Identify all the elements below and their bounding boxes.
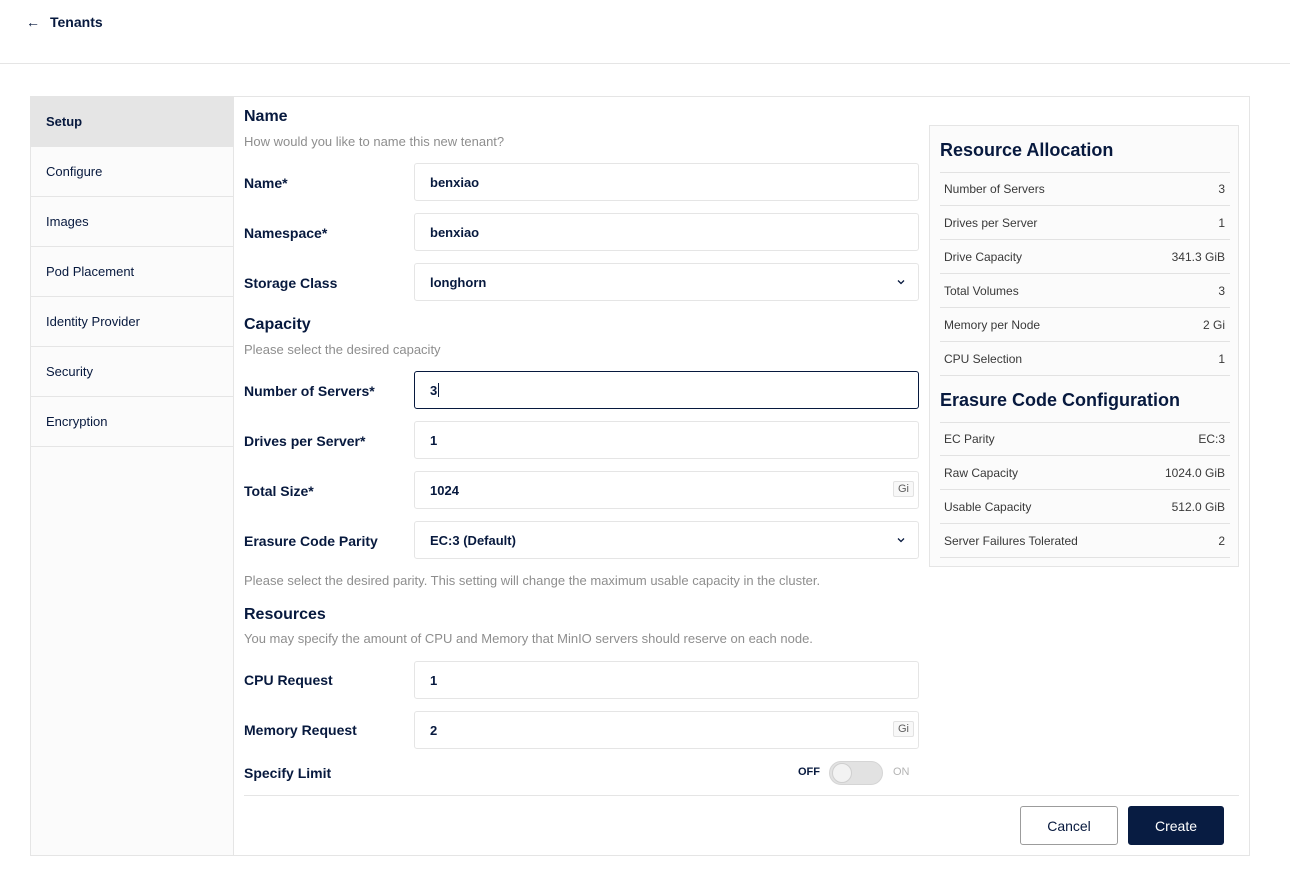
summary-value: 341.3 GiB xyxy=(1171,249,1225,264)
summary-label: Raw Capacity xyxy=(944,465,1019,480)
summary-value: 2 Gi xyxy=(1202,317,1225,332)
arrow-left-icon: ← xyxy=(26,14,40,30)
summary-label: Drive Capacity xyxy=(944,249,1023,264)
summary-label: Usable Capacity xyxy=(944,499,1032,514)
name-label: Name* xyxy=(244,175,288,191)
name-value: benxiao xyxy=(430,174,480,190)
total-size-label: Total Size* xyxy=(244,483,314,499)
erasure-config-title: Erasure Code Configuration xyxy=(940,390,1181,410)
capacity-section-title: Capacity xyxy=(244,316,311,333)
summary-value: 1 xyxy=(1218,215,1225,230)
summary-label: Memory per Node xyxy=(944,317,1041,332)
summary-row: Number of Servers 3 xyxy=(940,172,1230,206)
memory-request-unit: Gi xyxy=(893,721,914,737)
namespace-label: Namespace* xyxy=(244,225,328,241)
specify-limit-label: Specify Limit xyxy=(244,765,332,781)
cpu-request-label: CPU Request xyxy=(244,672,333,688)
ec-parity-select[interactable]: EC:3 (Default) xyxy=(414,521,919,559)
chevron-down-icon xyxy=(897,280,905,285)
memory-request-label: Memory Request xyxy=(244,722,357,738)
cpu-request-input[interactable]: 1 xyxy=(414,661,919,699)
summary-value: 1024.0 GiB xyxy=(1164,465,1225,480)
summary-row: Server Failures Tolerated 2 xyxy=(940,524,1230,558)
toggle-knob xyxy=(832,763,852,783)
summary-value: 1 xyxy=(1218,351,1225,366)
name-section-desc: How would you like to name this new tena… xyxy=(244,134,505,149)
erasure-config-table: EC Parity EC:3 Raw Capacity 1024.0 GiB Usa… xyxy=(940,422,1230,558)
summary-label: Number of Servers xyxy=(944,182,1045,196)
summary-value: 3 xyxy=(1218,283,1225,298)
create-button[interactable]: Create xyxy=(1128,806,1224,845)
total-size-input[interactable]: 1024 Gi xyxy=(414,471,919,509)
footer-divider xyxy=(244,795,1239,796)
capacity-section-desc: Please select the desired capacity xyxy=(244,342,441,357)
resources-section-desc: You may specify the amount of CPU and Me… xyxy=(244,631,813,646)
resource-allocation-title: Resource Allocation xyxy=(940,140,1114,160)
summary-value: 2 xyxy=(1218,533,1225,548)
name-input[interactable]: benxiao xyxy=(414,163,919,201)
resources-section-title: Resources xyxy=(244,606,326,623)
drives-input[interactable]: 1 xyxy=(414,421,919,459)
total-size-value: 1024 xyxy=(430,482,459,498)
summary-value: EC:3 xyxy=(1198,432,1225,446)
sidebar-item-images[interactable]: Images xyxy=(31,197,233,247)
summary-row: CPU Selection 1 xyxy=(940,342,1230,376)
specify-limit-row: Specify Limit OFF ON xyxy=(244,759,920,789)
cpu-request-value: 1 xyxy=(430,672,438,688)
chevron-down-icon xyxy=(897,538,905,543)
sidebar-item-security[interactable]: Security xyxy=(31,347,233,397)
total-size-unit: Gi xyxy=(893,481,914,497)
sidebar-item-setup[interactable]: Setup xyxy=(31,97,233,147)
resource-allocation-table: Number of Servers 3 Drives per Server 1 Dr… xyxy=(940,172,1230,376)
toggle-off-label: OFF xyxy=(798,766,820,778)
summary-row: Drive Capacity 341.3 GiB xyxy=(940,240,1230,274)
namespace-input[interactable]: benxiao xyxy=(414,213,919,251)
sidebar-item-encryption[interactable]: Encryption xyxy=(31,397,233,447)
name-section-title: Name xyxy=(244,108,288,125)
ec-parity-help: Please select the desired parity. This s… xyxy=(244,573,821,588)
summary-row: Drives per Server 1 xyxy=(940,206,1230,240)
summary-panel: Resource Allocation Number of Servers 3 D… xyxy=(929,125,1239,567)
wizard-sidebar: Setup Configure Images Pod Placement Ide… xyxy=(31,97,234,855)
summary-value: 512.0 GiB xyxy=(1171,499,1225,514)
summary-row: Usable Capacity 512.0 GiB xyxy=(940,490,1230,524)
summary-row: Total Volumes 3 xyxy=(940,274,1230,308)
drives-label: Drives per Server* xyxy=(244,433,366,449)
sidebar-item-pod-placement[interactable]: Pod Placement xyxy=(31,247,233,297)
summary-label: Server Failures Tolerated xyxy=(944,533,1078,548)
summary-label: Drives per Server xyxy=(944,215,1038,230)
drives-value: 1 xyxy=(430,432,438,448)
text-caret xyxy=(438,383,440,397)
summary-row: Raw Capacity 1024.0 GiB xyxy=(940,456,1230,490)
summary-label: CPU Selection xyxy=(944,351,1023,366)
servers-input[interactable]: 3 xyxy=(414,371,919,409)
namespace-value: benxiao xyxy=(430,224,480,240)
wizard-panel: Setup Configure Images Pod Placement Ide… xyxy=(30,96,1250,856)
servers-value: 3 xyxy=(430,382,438,398)
storage-class-label: Storage Class xyxy=(244,275,338,291)
summary-label: EC Parity xyxy=(944,432,995,446)
summary-row: EC Parity EC:3 xyxy=(940,422,1230,456)
toggle-on-label: ON xyxy=(893,766,910,778)
back-label: Tenants xyxy=(50,14,103,30)
top-bar: ← Tenants xyxy=(0,0,1290,64)
summary-label: Total Volumes xyxy=(944,283,1019,298)
specify-limit-toggle[interactable] xyxy=(829,761,883,785)
summary-row: Memory per Node 2 Gi xyxy=(940,308,1230,342)
cancel-button[interactable]: Cancel xyxy=(1020,806,1118,845)
memory-request-input[interactable]: 2 Gi xyxy=(414,711,919,749)
back-to-tenants-link[interactable]: ← Tenants xyxy=(26,14,103,30)
sidebar-item-identity-provider[interactable]: Identity Provider xyxy=(31,297,233,347)
ec-parity-value: EC:3 (Default) xyxy=(430,532,516,548)
memory-request-value: 2 xyxy=(430,722,438,738)
storage-class-value: longhorn xyxy=(430,274,487,290)
storage-class-select[interactable]: longhorn xyxy=(414,263,919,301)
servers-label: Number of Servers* xyxy=(244,383,375,399)
sidebar-item-configure[interactable]: Configure xyxy=(31,147,233,197)
ec-parity-label: Erasure Code Parity xyxy=(244,533,378,549)
summary-value: 3 xyxy=(1218,182,1225,196)
